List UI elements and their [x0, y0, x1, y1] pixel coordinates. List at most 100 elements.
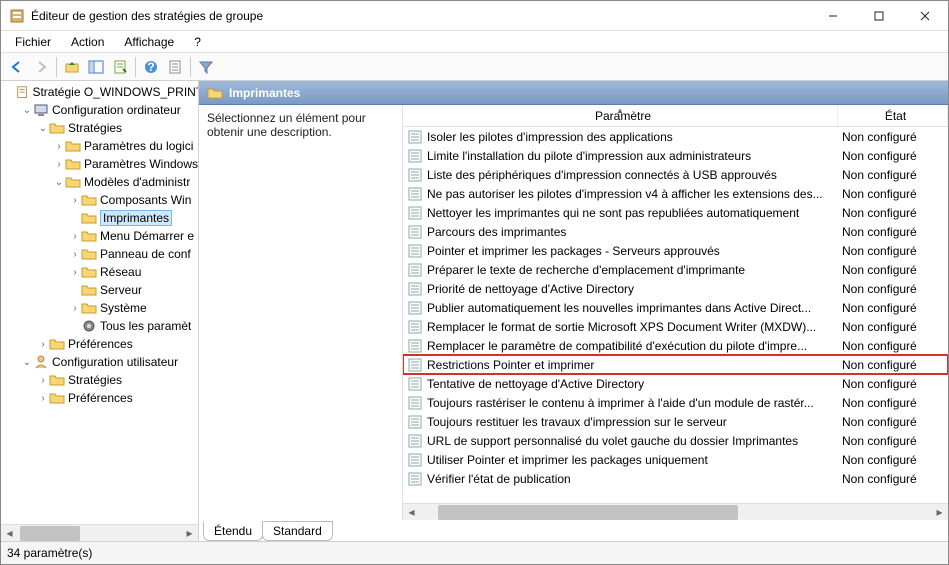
- setting-row[interactable]: Préparer le texte de recherche d'emplace…: [403, 260, 948, 279]
- scrollbar-thumb[interactable]: [438, 505, 738, 520]
- setting-row[interactable]: Remplacer le format de sortie Microsoft …: [403, 317, 948, 336]
- chevron-down-icon[interactable]: ⌄: [21, 357, 33, 368]
- tree-item[interactable]: Imprimantes: [1, 209, 198, 227]
- menu-action[interactable]: Action: [63, 33, 112, 51]
- setting-row[interactable]: Vérifier l'état de publicationNon config…: [403, 469, 948, 488]
- setting-state: Non configuré: [838, 130, 948, 144]
- setting-row[interactable]: Restrictions Pointer et imprimerNon conf…: [403, 355, 948, 374]
- setting-row[interactable]: Priorité de nettoyage d'Active Directory…: [403, 279, 948, 298]
- setting-row[interactable]: Limite l'installation du pilote d'impres…: [403, 146, 948, 165]
- up-folder-button[interactable]: [60, 55, 84, 79]
- help-button[interactable]: ?: [139, 55, 163, 79]
- scroll-left-icon[interactable]: ◂: [1, 525, 18, 542]
- setting-row[interactable]: Tentative de nettoyage d'Active Director…: [403, 374, 948, 393]
- folder-icon: [49, 120, 65, 136]
- column-header-state[interactable]: État: [838, 105, 948, 126]
- maximize-button[interactable]: [856, 1, 902, 30]
- menu-file[interactable]: Fichier: [7, 33, 59, 51]
- tree-item[interactable]: Stratégie O_WINDOWS_PRINT_D: [1, 83, 198, 101]
- chevron-right-icon[interactable]: ›: [53, 141, 65, 152]
- content-row: Sélectionnez un élément pour obtenir une…: [199, 105, 948, 520]
- setting-row[interactable]: Pointer et imprimer les packages - Serve…: [403, 241, 948, 260]
- options-button[interactable]: [163, 55, 187, 79]
- tree-item[interactable]: ⌄Configuration ordinateur: [1, 101, 198, 119]
- setting-row[interactable]: Utiliser Pointer et imprimer les package…: [403, 450, 948, 469]
- tree-item[interactable]: ›Paramètres du logici: [1, 137, 198, 155]
- setting-icon: [407, 433, 423, 449]
- setting-row[interactable]: Nettoyer les imprimantes qui ne sont pas…: [403, 203, 948, 222]
- setting-label: Remplacer le format de sortie Microsoft …: [427, 320, 838, 334]
- tree-item[interactable]: ›Paramètres Windows: [1, 155, 198, 173]
- chevron-right-icon[interactable]: ›: [69, 249, 81, 260]
- setting-state: Non configuré: [838, 434, 948, 448]
- setting-state: Non configuré: [838, 377, 948, 391]
- chevron-right-icon[interactable]: ›: [69, 195, 81, 206]
- scroll-right-icon[interactable]: ▸: [931, 504, 948, 521]
- show-hide-tree-button[interactable]: [84, 55, 108, 79]
- chevron-right-icon[interactable]: ›: [53, 159, 65, 170]
- chevron-down-icon[interactable]: ⌄: [21, 105, 33, 116]
- tree-item[interactable]: ⌄Stratégies: [1, 119, 198, 137]
- tree-item[interactable]: Serveur: [1, 281, 198, 299]
- menu-help[interactable]: ?: [186, 33, 209, 51]
- close-button[interactable]: [902, 1, 948, 30]
- settings-list[interactable]: Isoler les pilotes d'impression des appl…: [403, 127, 948, 503]
- scroll-right-icon[interactable]: ▸: [181, 525, 198, 542]
- tree-item[interactable]: ›Stratégies: [1, 371, 198, 389]
- chevron-right-icon[interactable]: ›: [37, 393, 49, 404]
- tree-item[interactable]: Tous les paramèt: [1, 317, 198, 335]
- tree-item[interactable]: ›Menu Démarrer e: [1, 227, 198, 245]
- forward-button[interactable]: [29, 55, 53, 79]
- folder-icon: [81, 210, 97, 226]
- scrollbar-thumb[interactable]: [20, 526, 80, 541]
- menu-view[interactable]: Affichage: [116, 33, 182, 51]
- tree-item[interactable]: ⌄ Configuration utilisateur: [1, 353, 198, 371]
- setting-row[interactable]: URL de support personnalisé du volet gau…: [403, 431, 948, 450]
- chevron-right-icon[interactable]: ›: [37, 339, 49, 350]
- setting-row[interactable]: Parcours des imprimantesNon configuré: [403, 222, 948, 241]
- minimize-button[interactable]: [810, 1, 856, 30]
- tree-item[interactable]: ›Système: [1, 299, 198, 317]
- folder-icon: [65, 138, 81, 154]
- chevron-down-icon[interactable]: ⌄: [37, 123, 49, 134]
- setting-row[interactable]: Toujours restituer les travaux d'impress…: [403, 412, 948, 431]
- setting-state: Non configuré: [838, 149, 948, 163]
- setting-label: Restrictions Pointer et imprimer: [427, 358, 838, 372]
- folder-icon: [81, 246, 97, 262]
- details-pane: Imprimantes Sélectionnez un élément pour…: [199, 81, 948, 541]
- toolbar-separator: [56, 57, 57, 77]
- tree-item[interactable]: ⌄Modèles d'administr: [1, 173, 198, 191]
- tree-horizontal-scrollbar[interactable]: ◂ ▸: [1, 524, 198, 541]
- tab-extended[interactable]: Étendu: [203, 521, 263, 541]
- nav-tree[interactable]: Stratégie O_WINDOWS_PRINT_D⌄Configuratio…: [1, 81, 198, 524]
- tree-item-label: Configuration utilisateur: [52, 355, 178, 369]
- setting-row[interactable]: Ne pas autoriser les pilotes d'impressio…: [403, 184, 948, 203]
- column-header-parameter[interactable]: ▲ Paramètre: [403, 105, 838, 126]
- tab-standard[interactable]: Standard: [262, 521, 333, 541]
- tree-item-label: Préférences: [68, 391, 133, 405]
- chevron-right-icon[interactable]: ›: [69, 231, 81, 242]
- chevron-down-icon[interactable]: ⌄: [53, 177, 65, 188]
- chevron-right-icon[interactable]: ›: [69, 267, 81, 278]
- tree-item[interactable]: ›Composants Win: [1, 191, 198, 209]
- setting-state: Non configuré: [838, 396, 948, 410]
- tree-item[interactable]: › Préférences: [1, 389, 198, 407]
- chevron-right-icon[interactable]: ›: [37, 375, 49, 386]
- properties-button[interactable]: [108, 55, 132, 79]
- tree-item[interactable]: ›Réseau: [1, 263, 198, 281]
- chevron-right-icon[interactable]: ›: [69, 303, 81, 314]
- scroll-left-icon[interactable]: ◂: [403, 504, 420, 521]
- setting-row[interactable]: Toujours rastériser le contenu à imprime…: [403, 393, 948, 412]
- back-button[interactable]: [5, 55, 29, 79]
- setting-label: Publier automatiquement les nouvelles im…: [427, 301, 838, 315]
- tree-item[interactable]: ›Panneau de conf: [1, 245, 198, 263]
- list-horizontal-scrollbar[interactable]: ◂ ▸: [403, 503, 948, 520]
- setting-row[interactable]: Liste des périphériques d'impression con…: [403, 165, 948, 184]
- setting-label: Limite l'installation du pilote d'impres…: [427, 149, 838, 163]
- tree-item[interactable]: ›Préférences: [1, 335, 198, 353]
- setting-row[interactable]: Remplacer le paramètre de compatibilité …: [403, 336, 948, 355]
- setting-row[interactable]: Isoler les pilotes d'impression des appl…: [403, 127, 948, 146]
- setting-row[interactable]: Publier automatiquement les nouvelles im…: [403, 298, 948, 317]
- column-header-state-label: État: [885, 109, 906, 123]
- filter-button[interactable]: [194, 55, 218, 79]
